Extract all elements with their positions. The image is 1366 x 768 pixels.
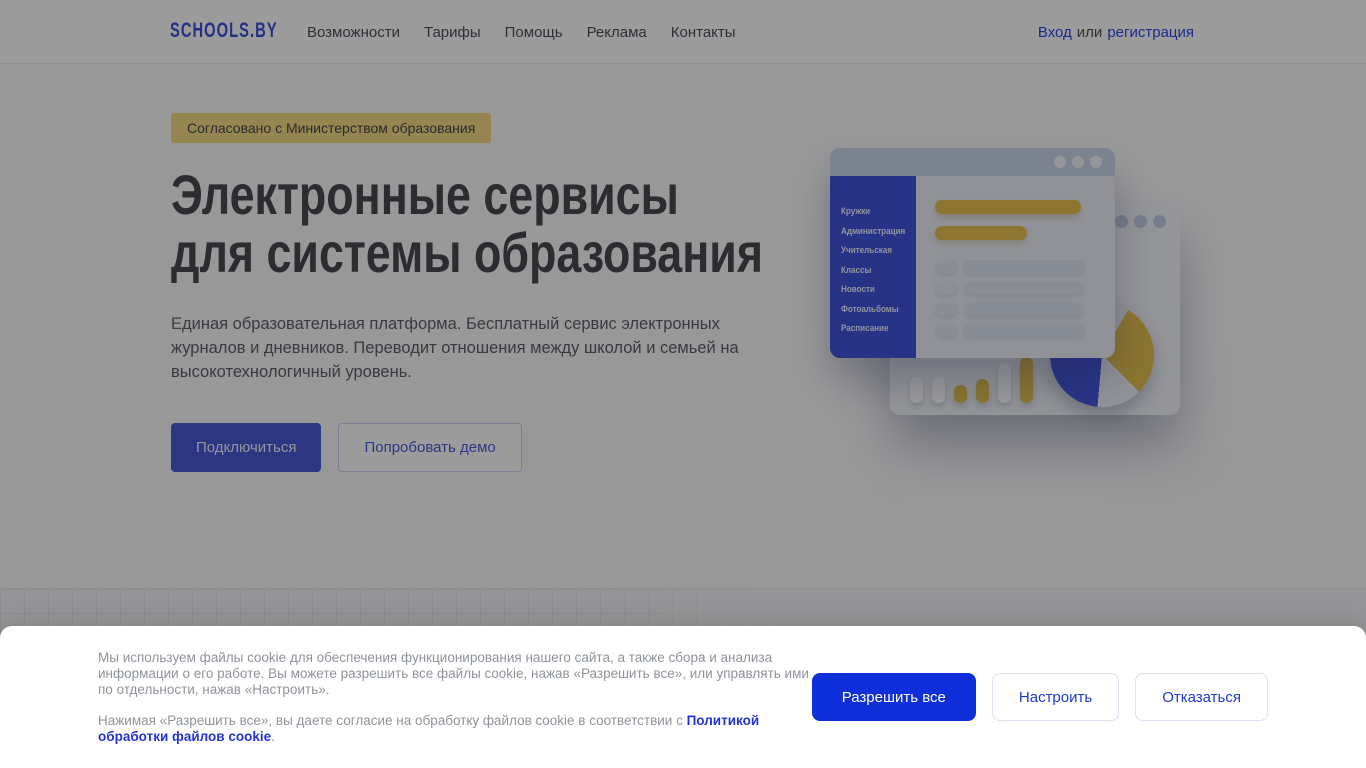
cookie-paragraph-2-prefix: Нажимая «Разрешить все», вы даете соглас… [98,713,687,728]
cookie-consent-banner: Мы используем файлы cookie для обеспечен… [0,626,1366,768]
cookie-buttons-row: Разрешить все Настроить Отказаться [811,673,1268,721]
cookie-text-block: Мы используем файлы cookie для обеспечен… [98,650,820,745]
schools-by-landing-page: SCHOOLS.BY Возможности Тарифы Помощь Рек… [0,0,1366,768]
allow-all-cookies-button[interactable]: Разрешить все [811,673,976,721]
cookie-paragraph-2-suffix: . [271,729,275,744]
decline-cookies-button[interactable]: Отказаться [1135,673,1268,721]
cookie-paragraph-2: Нажимая «Разрешить все», вы даете соглас… [98,713,820,745]
configure-cookies-button[interactable]: Настроить [991,673,1120,721]
cookie-paragraph-1: Мы используем файлы cookie для обеспечен… [98,650,809,697]
